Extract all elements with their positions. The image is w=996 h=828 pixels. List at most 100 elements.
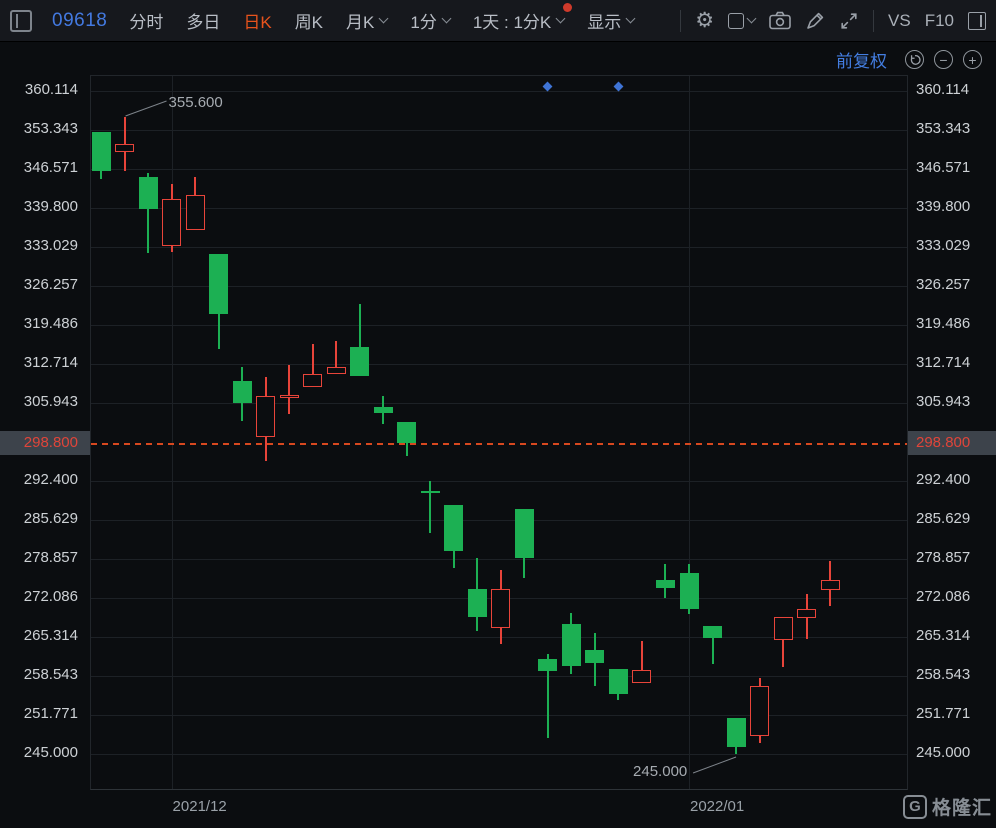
gridline (91, 169, 907, 170)
vs-button[interactable]: VS (888, 11, 911, 31)
candle (303, 374, 322, 387)
gridline (91, 208, 907, 209)
price-tick-label: 339.800 (0, 197, 90, 217)
chevron-down-icon (441, 14, 451, 24)
candle (797, 609, 816, 618)
price-tick-label: 285.629 (908, 509, 996, 529)
zoom-in-icon[interactable]: + (963, 50, 982, 69)
tab-多日[interactable]: 多日 (186, 8, 220, 33)
price-tick-label: 292.400 (0, 470, 90, 490)
annotation-lines (91, 76, 909, 791)
tab-分时[interactable]: 分时 (129, 8, 163, 33)
fullscreen-icon[interactable] (839, 11, 859, 31)
chevron-down-icon (626, 14, 636, 24)
candle (821, 580, 840, 590)
tab-月K[interactable]: 月K (346, 8, 387, 33)
date-axis-label: 2022/01 (690, 798, 744, 815)
price-tick-label: 305.943 (0, 392, 90, 412)
candle (562, 624, 581, 666)
candle (327, 367, 346, 374)
undo-icon[interactable] (905, 50, 924, 69)
panel-left-icon[interactable] (10, 10, 32, 32)
candle (92, 132, 111, 171)
tab-1分[interactable]: 1分 (410, 8, 449, 33)
low-annotation: 245.000 (633, 763, 687, 780)
chart-region: 前复权 − + 360.114 353.343 346.571 339.800 333.… (0, 42, 996, 828)
candle (468, 589, 487, 617)
candle (186, 195, 205, 230)
stock-code[interactable]: 09618 (52, 10, 107, 32)
candle (139, 177, 158, 209)
price-axis-right: 360.114353.343346.571339.800333.029326.2… (908, 42, 996, 790)
price-tick-label: 285.629 (0, 509, 90, 529)
candle (585, 650, 604, 663)
camera-icon[interactable] (769, 11, 791, 30)
candlestick-plot[interactable]: 355.600 245.000 (90, 75, 908, 790)
price-tick-label: 319.486 (0, 314, 90, 334)
chart-layout-icon[interactable] (728, 13, 755, 29)
candle (444, 505, 463, 551)
candle (209, 254, 228, 314)
panel-right-icon[interactable] (968, 12, 986, 30)
candle (256, 396, 275, 437)
price-axis-left: 360.114353.343346.571339.800333.029326.2… (0, 42, 90, 790)
divider (680, 10, 681, 32)
chevron-down-icon (556, 14, 566, 24)
gear-icon[interactable]: ⚙ (695, 11, 714, 31)
candle (703, 626, 722, 638)
candle-wick (288, 365, 290, 414)
gridline (91, 91, 907, 92)
price-tick-label: 278.857 (908, 548, 996, 568)
candle (680, 573, 699, 609)
gridline (91, 481, 907, 482)
gridline (91, 403, 907, 404)
event-marker-icon[interactable] (613, 82, 623, 92)
price-tick-label: 258.543 (908, 665, 996, 685)
price-tick-label: 251.771 (0, 704, 90, 724)
price-tick-label: 292.400 (908, 470, 996, 490)
candle (538, 659, 557, 671)
candle (774, 617, 793, 640)
price-tick-label: 353.343 (908, 119, 996, 139)
candle (491, 589, 510, 628)
candle (656, 580, 675, 588)
gridline (689, 76, 690, 789)
gridline (91, 715, 907, 716)
zoom-out-icon[interactable]: − (934, 50, 953, 69)
price-tick-label: 278.857 (0, 548, 90, 568)
divider (873, 10, 874, 32)
price-tick-label: 251.771 (908, 704, 996, 724)
date-axis-label: 2021/12 (173, 798, 227, 815)
gridline (91, 676, 907, 677)
price-tick-label: 346.571 (908, 158, 996, 178)
price-tick-label: 333.029 (0, 236, 90, 256)
tab-日K[interactable]: 日K (243, 8, 271, 33)
toolbar: 09618 分时多日日K周K月K1分1天 : 1分K显示 ⚙ VS F10 (0, 0, 996, 42)
pencil-icon[interactable] (805, 11, 825, 31)
price-tick-label: 360.114 (0, 80, 90, 100)
price-tick-label: 245.000 (908, 743, 996, 763)
candle-wick (429, 481, 431, 533)
period-tabs: 分时多日日K周K月K1分1天 : 1分K显示 (129, 8, 634, 33)
brand-name: 格隆汇 (932, 793, 992, 820)
adjust-mode-button[interactable]: 前复权 (836, 47, 887, 72)
candle (632, 670, 651, 683)
event-marker-icon[interactable] (543, 82, 553, 92)
gridline (91, 130, 907, 131)
f10-button[interactable]: F10 (925, 11, 954, 31)
tab-1天 : 1分K[interactable]: 1天 : 1分K (473, 8, 564, 33)
candle (515, 509, 534, 558)
candle (727, 718, 746, 747)
gridline (91, 325, 907, 326)
gridline (91, 754, 907, 755)
high-annotation: 355.600 (169, 94, 223, 111)
price-tick-label: 360.114 (908, 80, 996, 100)
price-tick-label: 312.714 (908, 353, 996, 373)
toolbar-tools: ⚙ VS F10 (680, 10, 986, 32)
candle (374, 407, 393, 413)
candle (233, 381, 252, 403)
tab-显示[interactable]: 显示 (587, 8, 634, 33)
price-tick-label: 312.714 (0, 353, 90, 373)
candle (609, 669, 628, 694)
tab-周K[interactable]: 周K (295, 8, 323, 33)
